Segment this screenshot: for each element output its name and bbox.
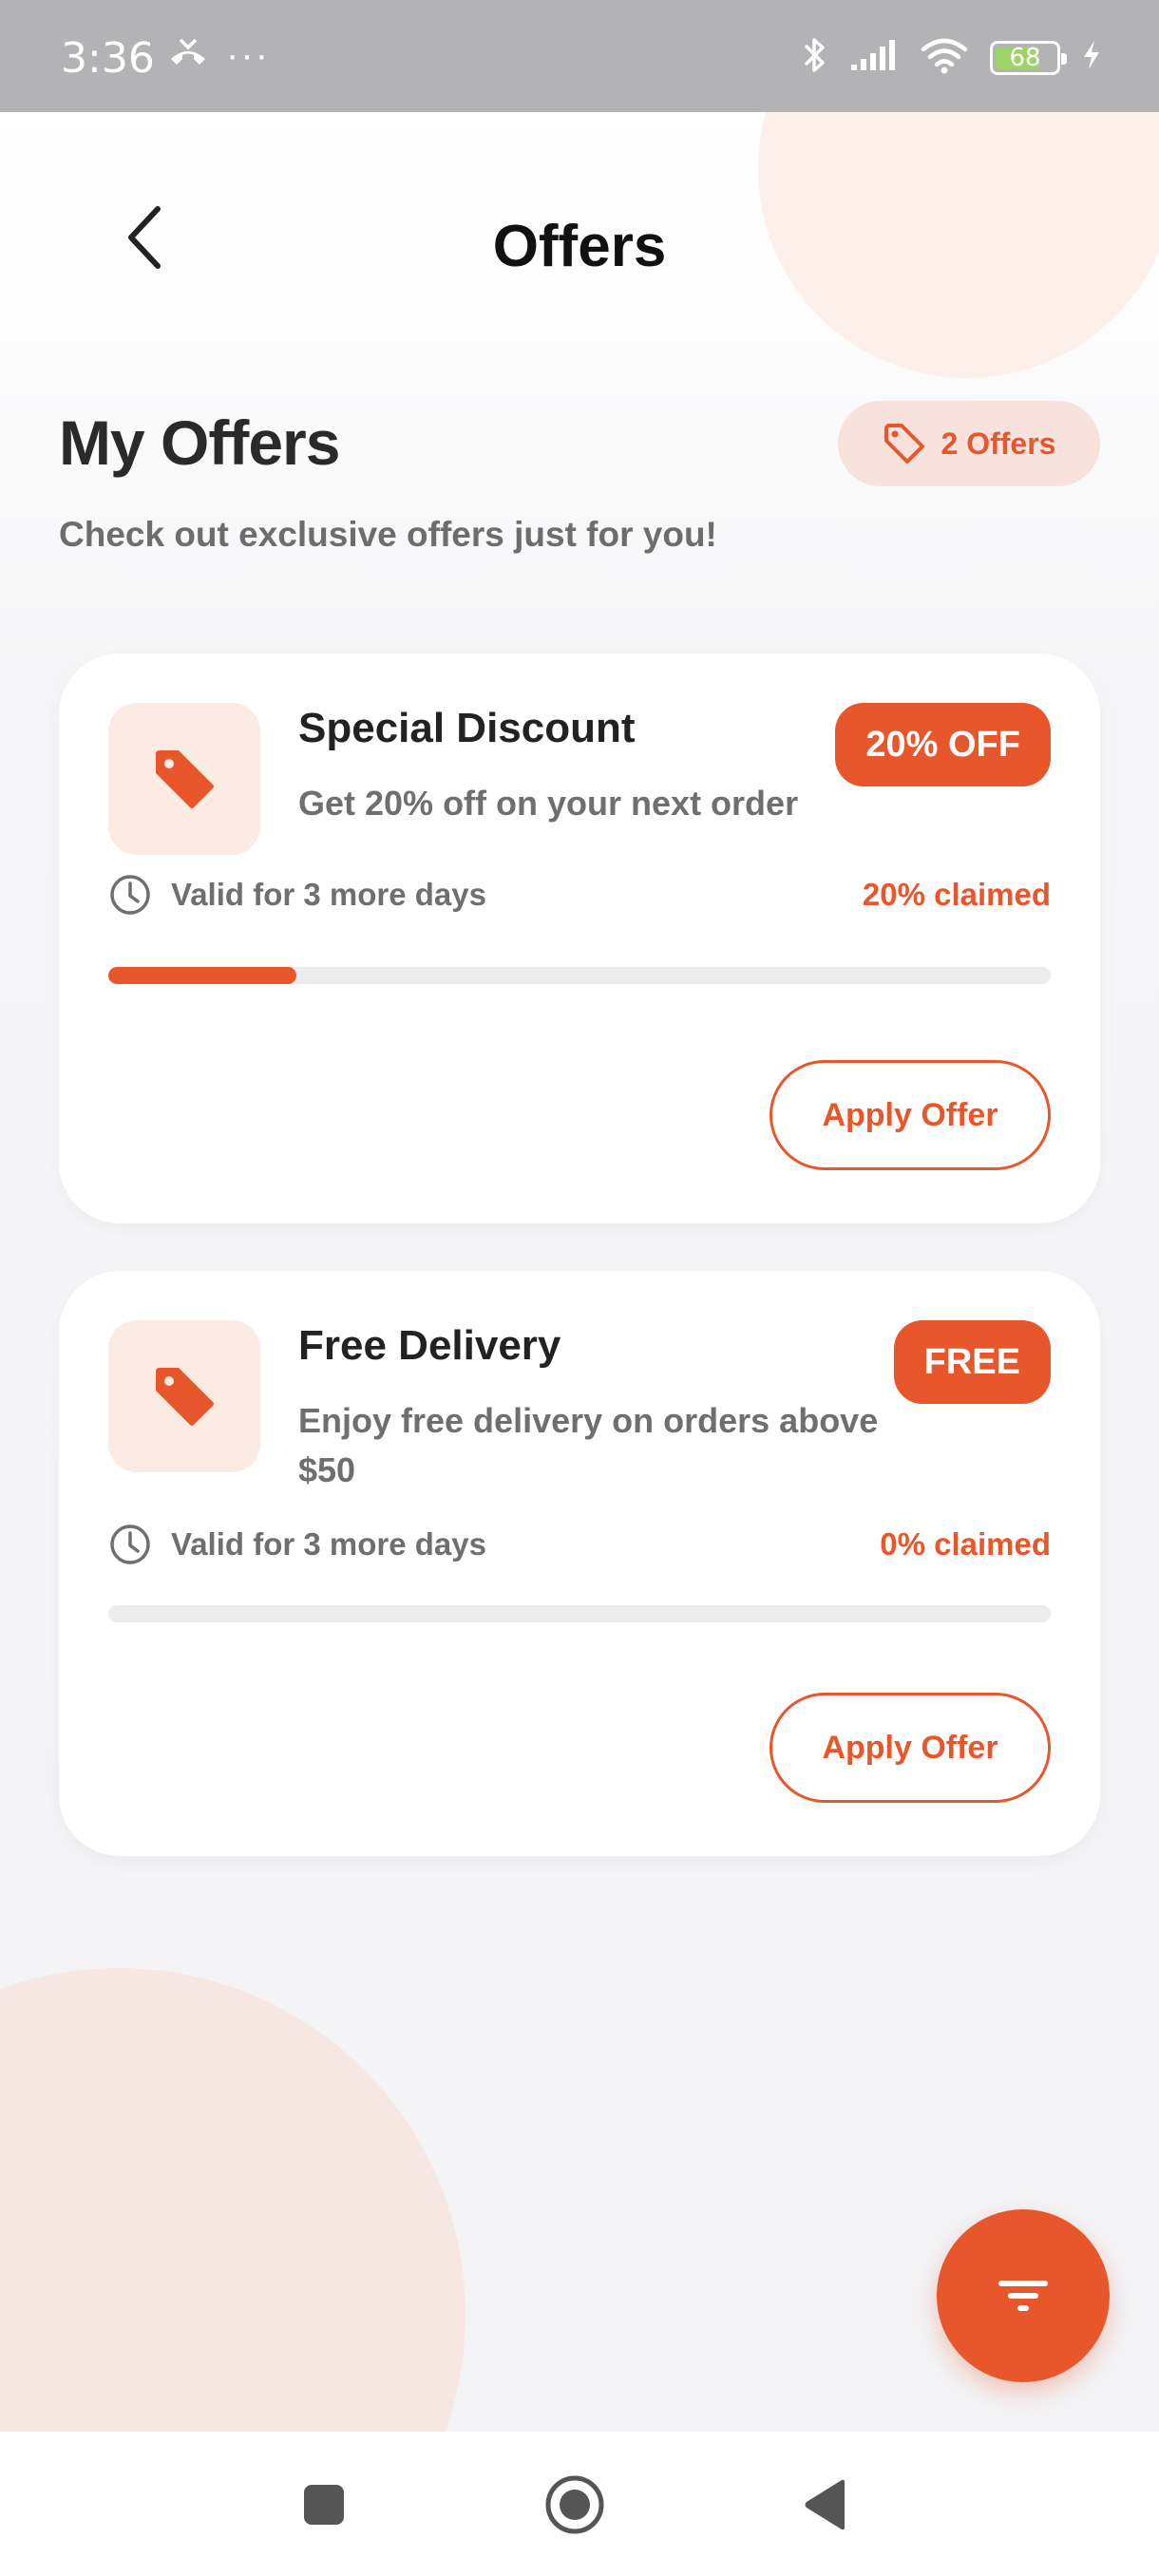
section-subtitle: Check out exclusive offers just for you! [59, 515, 717, 554]
charging-icon [1081, 39, 1102, 76]
recents-button[interactable] [293, 2473, 355, 2536]
status-left-icons: ··· [167, 33, 270, 76]
offer-badge: 20% OFF [835, 703, 1051, 786]
tag-icon [156, 750, 214, 808]
offer-validity: Valid for 3 more days [171, 877, 486, 912]
section-title: My Offers [59, 407, 340, 478]
battery-icon: 68 [990, 40, 1067, 75]
offer-claimed: 0% claimed [880, 1526, 1051, 1562]
offer-validity: Valid for 3 more days [171, 1526, 486, 1562]
home-button[interactable] [543, 2473, 606, 2536]
tag-outline-icon [884, 424, 924, 464]
offer-icon-box [108, 703, 260, 855]
offer-validity-row: Valid for 3 more days 20% claimed [108, 866, 1051, 923]
offers-count-badge: 2 Offers [838, 401, 1100, 486]
bluetooth-icon [802, 34, 828, 81]
offer-card: Special Discount Get 20% off on your nex… [59, 653, 1100, 1223]
status-more: ··· [226, 33, 270, 76]
home-circle-icon [545, 2475, 604, 2534]
back-nav-button[interactable] [794, 2473, 857, 2536]
signal-icon [849, 38, 899, 77]
claimed-progress-bar [108, 967, 1051, 984]
offer-title: Free Delivery [298, 1322, 561, 1369]
clock-icon [110, 875, 150, 915]
offer-title: Special Discount [298, 705, 636, 751]
tag-icon [156, 1368, 214, 1426]
apply-offer-button[interactable]: Apply Offer [770, 1060, 1051, 1170]
back-triangle-icon [805, 2479, 845, 2530]
decorative-circle-bottom [0, 1968, 466, 2432]
claimed-progress-fill [108, 967, 297, 984]
app-header: Offers [0, 179, 1159, 293]
page-title: Offers [492, 214, 667, 279]
offers-page: Offers My Offers 2 Offers Check out excl… [0, 112, 1159, 2432]
status-time: 3:36 [61, 34, 155, 83]
offer-claimed: 20% claimed [862, 877, 1051, 912]
apply-offer-button[interactable]: Apply Offer [770, 1693, 1051, 1803]
battery-level: 68 [1009, 43, 1041, 72]
status-bar: 3:36 ··· 68 [0, 0, 1159, 112]
offers-count-label: 2 Offers [940, 426, 1056, 461]
filter-fab-button[interactable] [937, 2209, 1110, 2382]
claimed-progress-bar [108, 1605, 1051, 1622]
offer-description: Enjoy free delivery on orders above $50 [298, 1401, 879, 1489]
offer-card: Free Delivery Enjoy free delivery on ord… [59, 1271, 1100, 1856]
system-nav-bar [0, 2432, 1159, 2576]
wifi-icon [920, 36, 969, 79]
recents-square-icon [304, 2485, 344, 2525]
offer-description: Get 20% off on your next order [298, 784, 799, 823]
filter-icon [998, 2281, 1048, 2311]
offer-icon-box [108, 1320, 260, 1472]
offer-validity-row: Valid for 3 more days 0% claimed [108, 1516, 1051, 1573]
offer-badge: FREE [893, 1320, 1051, 1404]
clock-icon [110, 1525, 150, 1564]
status-right-icons: 68 [802, 34, 1102, 81]
missed-call-icon [167, 36, 209, 73]
